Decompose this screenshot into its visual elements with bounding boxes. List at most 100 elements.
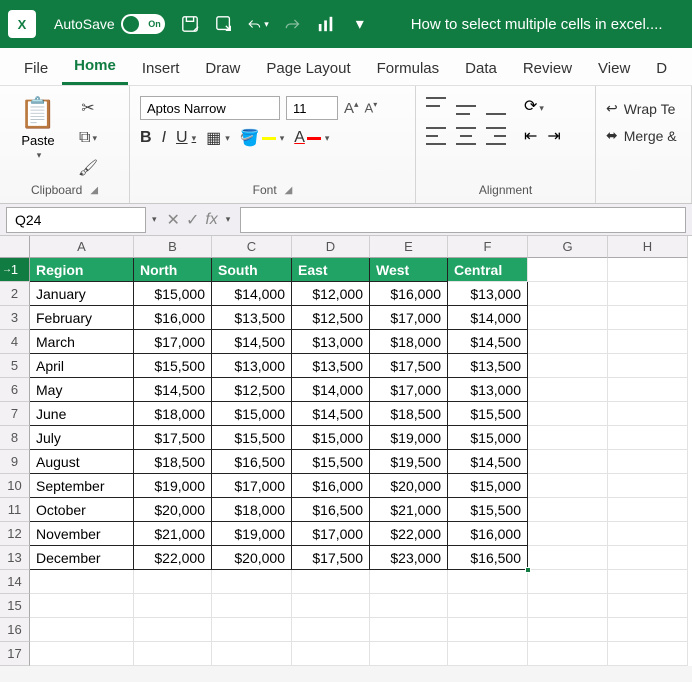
- cell-G1[interactable]: [528, 258, 608, 282]
- column-header-E[interactable]: E: [370, 236, 448, 258]
- cell-C4[interactable]: $14,500: [212, 330, 292, 354]
- cell-E5[interactable]: $17,500: [370, 354, 448, 378]
- cell-G10[interactable]: [528, 474, 608, 498]
- increase-font-icon[interactable]: A▴: [344, 99, 359, 117]
- fill-handle[interactable]: [525, 567, 531, 573]
- cell-F1[interactable]: Central: [448, 258, 528, 282]
- column-header-A[interactable]: A: [30, 236, 134, 258]
- cell-A7[interactable]: June: [30, 402, 134, 426]
- paste-button[interactable]: 📋 Paste ▾: [10, 96, 66, 161]
- cell-B3[interactable]: $16,000: [134, 306, 212, 330]
- row-header-9[interactable]: 9: [0, 450, 30, 474]
- cell-D2[interactable]: $12,000: [292, 282, 370, 306]
- cell-H8[interactable]: [608, 426, 688, 450]
- cell-C10[interactable]: $17,000: [212, 474, 292, 498]
- column-header-H[interactable]: H: [608, 236, 688, 258]
- align-middle-button[interactable]: [456, 97, 476, 115]
- formula-cancel-icon[interactable]: ✕: [167, 210, 180, 230]
- cell-C5[interactable]: $13,000: [212, 354, 292, 378]
- column-header-C[interactable]: C: [212, 236, 292, 258]
- cell-H7[interactable]: [608, 402, 688, 426]
- cell-G4[interactable]: [528, 330, 608, 354]
- cell-B13[interactable]: $22,000: [134, 546, 212, 570]
- cell-C9[interactable]: $16,500: [212, 450, 292, 474]
- cell-D15[interactable]: [292, 594, 370, 618]
- column-header-G[interactable]: G: [528, 236, 608, 258]
- bold-button[interactable]: B: [140, 129, 152, 147]
- cell-A2[interactable]: January: [30, 282, 134, 306]
- cell-B9[interactable]: $18,500: [134, 450, 212, 474]
- cell-H17[interactable]: [608, 642, 688, 666]
- wrap-text-button[interactable]: ↩Wrap Te: [606, 100, 681, 117]
- cell-C17[interactable]: [212, 642, 292, 666]
- cell-H10[interactable]: [608, 474, 688, 498]
- cell-F9[interactable]: $14,500: [448, 450, 528, 474]
- name-box[interactable]: [6, 207, 146, 233]
- cell-G11[interactable]: [528, 498, 608, 522]
- cell-A6[interactable]: May: [30, 378, 134, 402]
- cell-A4[interactable]: March: [30, 330, 134, 354]
- cell-B12[interactable]: $21,000: [134, 522, 212, 546]
- cell-F10[interactable]: $15,000: [448, 474, 528, 498]
- cell-C7[interactable]: $15,000: [212, 402, 292, 426]
- cell-D13[interactable]: $17,500: [292, 546, 370, 570]
- row-header-2[interactable]: 2: [0, 282, 30, 306]
- row-header-10[interactable]: 10: [0, 474, 30, 498]
- cell-H16[interactable]: [608, 618, 688, 642]
- font-size-input[interactable]: [286, 96, 338, 120]
- decrease-font-icon[interactable]: A▾: [365, 100, 378, 115]
- cell-H4[interactable]: [608, 330, 688, 354]
- cell-E7[interactable]: $18,500: [370, 402, 448, 426]
- cell-D7[interactable]: $14,500: [292, 402, 370, 426]
- cell-D10[interactable]: $16,000: [292, 474, 370, 498]
- cell-A14[interactable]: [30, 570, 134, 594]
- autosave-toggle[interactable]: AutoSave On: [54, 14, 165, 34]
- cell-C11[interactable]: $18,000: [212, 498, 292, 522]
- tab-formulas[interactable]: Formulas: [365, 52, 452, 85]
- cell-A13[interactable]: December: [30, 546, 134, 570]
- tab-file[interactable]: File: [12, 52, 60, 85]
- cell-D9[interactable]: $15,500: [292, 450, 370, 474]
- row-header-11[interactable]: 11: [0, 498, 30, 522]
- cell-B2[interactable]: $15,000: [134, 282, 212, 306]
- cell-E2[interactable]: $16,000: [370, 282, 448, 306]
- font-color-button[interactable]: A▾: [294, 129, 329, 147]
- cell-C14[interactable]: [212, 570, 292, 594]
- tab-data[interactable]: Data: [453, 52, 509, 85]
- cell-H11[interactable]: [608, 498, 688, 522]
- cell-D11[interactable]: $16,500: [292, 498, 370, 522]
- namebox-dropdown-icon[interactable]: ▾: [152, 214, 157, 225]
- cell-B16[interactable]: [134, 618, 212, 642]
- excel-app-icon[interactable]: X: [8, 10, 36, 38]
- autosave-switch[interactable]: On: [121, 14, 165, 34]
- cell-E10[interactable]: $20,000: [370, 474, 448, 498]
- cell-D14[interactable]: [292, 570, 370, 594]
- cell-H15[interactable]: [608, 594, 688, 618]
- cell-E11[interactable]: $21,000: [370, 498, 448, 522]
- cell-D3[interactable]: $12,500: [292, 306, 370, 330]
- align-bottom-button[interactable]: [486, 97, 506, 115]
- cell-G16[interactable]: [528, 618, 608, 642]
- cell-F6[interactable]: $13,000: [448, 378, 528, 402]
- cell-C12[interactable]: $19,000: [212, 522, 292, 546]
- cell-H6[interactable]: [608, 378, 688, 402]
- cell-H3[interactable]: [608, 306, 688, 330]
- align-top-button[interactable]: [426, 97, 446, 115]
- chart-icon[interactable]: [315, 13, 337, 35]
- cell-B1[interactable]: North: [134, 258, 212, 282]
- cell-A1[interactable]: Region: [30, 258, 134, 282]
- cell-F16[interactable]: [448, 618, 528, 642]
- cell-E12[interactable]: $22,000: [370, 522, 448, 546]
- cell-D8[interactable]: $15,000: [292, 426, 370, 450]
- tab-developer[interactable]: D: [644, 52, 679, 85]
- cell-H5[interactable]: [608, 354, 688, 378]
- cell-H13[interactable]: [608, 546, 688, 570]
- cell-A17[interactable]: [30, 642, 134, 666]
- column-header-D[interactable]: D: [292, 236, 370, 258]
- cell-A5[interactable]: April: [30, 354, 134, 378]
- cell-A3[interactable]: February: [30, 306, 134, 330]
- cell-B11[interactable]: $20,000: [134, 498, 212, 522]
- cell-D4[interactable]: $13,000: [292, 330, 370, 354]
- cell-G3[interactable]: [528, 306, 608, 330]
- cell-B6[interactable]: $14,500: [134, 378, 212, 402]
